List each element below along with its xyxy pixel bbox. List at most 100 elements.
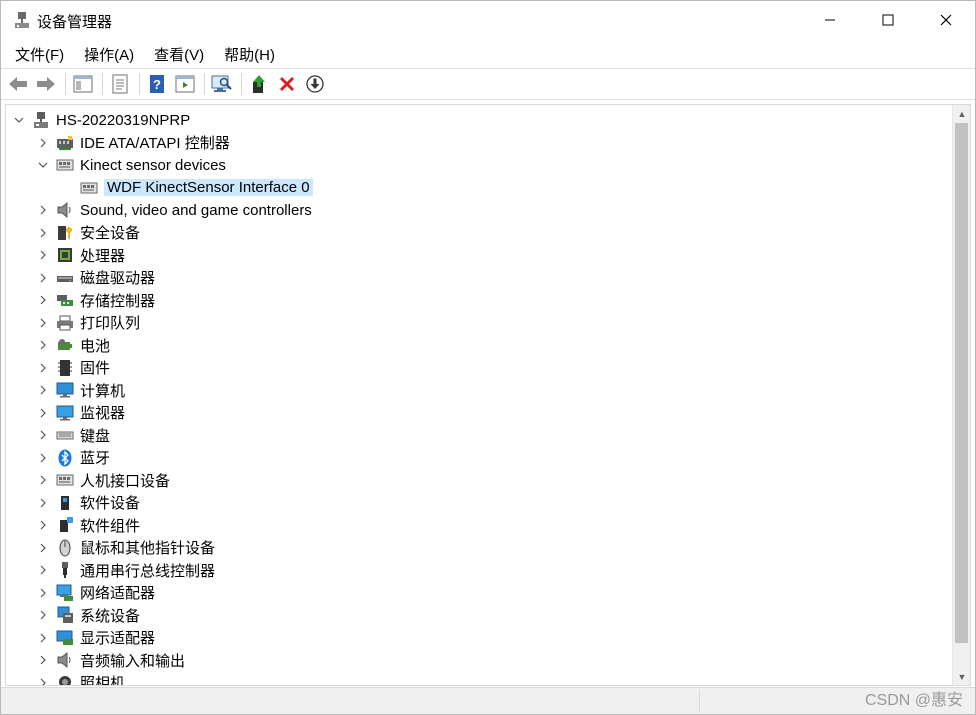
tree-node-label: 处理器 bbox=[80, 247, 126, 265]
tree-category-node[interactable]: 计算机 bbox=[36, 379, 125, 401]
device-manager-window: 设备管理器 文件(F) 操作(A) 查看(V) 帮助(H) ? HS-20220… bbox=[0, 0, 976, 715]
tree-category-node[interactable]: IDE ATA/ATAPI 控制器 bbox=[36, 132, 230, 154]
menu-file[interactable]: 文件(F) bbox=[5, 42, 74, 67]
tree-category-node[interactable]: 显示适配器 bbox=[36, 627, 155, 649]
camera-icon bbox=[56, 674, 74, 685]
tree-node-label: Sound, video and game controllers bbox=[80, 201, 312, 219]
chevron-right-icon[interactable] bbox=[36, 563, 50, 577]
chevron-right-icon[interactable] bbox=[36, 248, 50, 262]
tree-category-node[interactable]: 鼠标和其他指针设备 bbox=[36, 537, 215, 559]
software-device-icon bbox=[56, 494, 74, 512]
help-icon: ? bbox=[150, 75, 164, 93]
root-computer-icon bbox=[32, 111, 50, 129]
chevron-right-icon[interactable] bbox=[36, 271, 50, 285]
tree-category-node[interactable]: 键盘 bbox=[36, 424, 110, 446]
tree-category-node[interactable]: 处理器 bbox=[36, 244, 125, 266]
toolbar-separator bbox=[204, 73, 205, 95]
chevron-right-icon[interactable] bbox=[36, 496, 50, 510]
menu-view[interactable]: 查看(V) bbox=[144, 42, 214, 67]
chevron-right-icon[interactable] bbox=[36, 383, 50, 397]
minimize-button[interactable] bbox=[801, 1, 859, 39]
tree-category-node[interactable]: 电池 bbox=[36, 334, 110, 356]
tree-node-label: 照相机 bbox=[80, 675, 126, 686]
tree-category-node[interactable]: 蓝牙 bbox=[36, 447, 110, 469]
chevron-right-icon[interactable] bbox=[36, 316, 50, 330]
update-driver-icon bbox=[253, 75, 265, 93]
action-pane-button[interactable] bbox=[172, 71, 198, 97]
chevron-right-icon[interactable] bbox=[36, 203, 50, 217]
tree-category-node[interactable]: 系统设备 bbox=[36, 604, 140, 626]
scroll-down-icon[interactable]: ▼ bbox=[953, 668, 970, 685]
chevron-right-icon[interactable] bbox=[36, 586, 50, 600]
close-icon bbox=[940, 14, 952, 26]
forward-button[interactable] bbox=[33, 71, 59, 97]
tree-category-node[interactable]: 音频输入和输出 bbox=[36, 649, 185, 671]
chevron-right-icon[interactable] bbox=[36, 406, 50, 420]
chevron-right-icon[interactable] bbox=[36, 428, 50, 442]
device-tree[interactable]: HS-20220319NPRP IDE ATA/ATAPI 控制器 Kinect s… bbox=[5, 104, 971, 686]
tree-node-label: HS-20220319NPRP bbox=[56, 111, 191, 129]
chevron-right-icon[interactable] bbox=[36, 136, 50, 150]
scan-hardware-button[interactable] bbox=[209, 71, 235, 97]
chevron-down-icon[interactable] bbox=[36, 158, 50, 172]
software-component-icon bbox=[56, 516, 74, 534]
tree-category-node[interactable]: Kinect sensor devices bbox=[36, 154, 226, 176]
properties-button[interactable] bbox=[107, 71, 133, 97]
toolbar-separator bbox=[102, 73, 103, 95]
minimize-icon bbox=[825, 19, 835, 21]
chevron-right-icon[interactable] bbox=[36, 338, 50, 352]
tree-node-label: WDF KinectSensor Interface 0 bbox=[104, 179, 313, 196]
tree-category-node[interactable]: 软件组件 bbox=[36, 514, 140, 536]
toolbar-separator bbox=[241, 73, 242, 95]
update-driver-button[interactable] bbox=[246, 71, 272, 97]
tree-category-node[interactable]: 通用串行总线控制器 bbox=[36, 559, 215, 581]
chevron-right-icon[interactable] bbox=[36, 608, 50, 622]
chevron-right-icon[interactable] bbox=[36, 473, 50, 487]
chevron-right-icon[interactable] bbox=[36, 226, 50, 240]
tree-device-node[interactable]: WDF KinectSensor Interface 0 bbox=[60, 177, 313, 199]
tree-root-node[interactable]: HS-20220319NPRP bbox=[12, 109, 190, 131]
usb-icon bbox=[56, 561, 74, 579]
chevron-right-icon[interactable] bbox=[36, 541, 50, 555]
back-button[interactable] bbox=[5, 71, 31, 97]
tree-category-node[interactable]: 监视器 bbox=[36, 402, 125, 424]
status-bar: CSDN @惠安 bbox=[1, 687, 975, 714]
scrollbar-thumb[interactable] bbox=[955, 123, 968, 643]
tree-category-node[interactable]: 磁盘驱动器 bbox=[36, 267, 155, 289]
tree-node-label: 固件 bbox=[80, 360, 111, 377]
chevron-right-icon[interactable] bbox=[36, 518, 50, 532]
tree-category-node[interactable]: Sound, video and game controllers bbox=[36, 199, 312, 221]
tree-category-node[interactable]: 网络适配器 bbox=[36, 582, 155, 604]
help-button[interactable]: ? bbox=[144, 71, 170, 97]
close-button[interactable] bbox=[917, 1, 975, 39]
chevron-right-icon[interactable] bbox=[36, 676, 50, 685]
tree-category-node[interactable]: 固件 bbox=[36, 357, 110, 379]
tree-category-node[interactable]: 软件设备 bbox=[36, 492, 140, 514]
tree-category-node[interactable]: 安全设备 bbox=[36, 222, 140, 244]
maximize-button[interactable] bbox=[859, 1, 917, 39]
chevron-right-icon[interactable] bbox=[36, 631, 50, 645]
tree-node-label: 通用串行总线控制器 bbox=[80, 562, 216, 580]
tree-node-label: 存储控制器 bbox=[80, 292, 156, 310]
menu-help[interactable]: 帮助(H) bbox=[214, 42, 285, 67]
console-tree-button[interactable] bbox=[70, 71, 96, 97]
chevron-right-icon[interactable] bbox=[36, 451, 50, 465]
watermark: CSDN @惠安 bbox=[864, 692, 963, 709]
chevron-right-icon[interactable] bbox=[36, 293, 50, 307]
menu-bar: 文件(F) 操作(A) 查看(V) 帮助(H) bbox=[1, 41, 975, 67]
tree-category-node[interactable]: 存储控制器 bbox=[36, 289, 155, 311]
tree-category-node[interactable]: 照相机 bbox=[36, 672, 126, 686]
disable-device-button[interactable] bbox=[302, 71, 328, 97]
tree-category-node[interactable]: 人机接口设备 bbox=[36, 469, 170, 491]
menu-action[interactable]: 操作(A) bbox=[74, 42, 144, 67]
vertical-scrollbar[interactable]: ▲ ▼ bbox=[952, 105, 970, 685]
tree-node-label: 网络适配器 bbox=[80, 585, 156, 602]
tree-category-node[interactable]: 打印队列 bbox=[36, 312, 140, 334]
tree-node-label: 磁盘驱动器 bbox=[80, 270, 156, 287]
chevron-right-icon[interactable] bbox=[36, 653, 50, 667]
scroll-up-icon[interactable]: ▲ bbox=[953, 105, 970, 122]
chevron-right-icon[interactable] bbox=[36, 361, 50, 375]
chevron-down-icon[interactable] bbox=[12, 113, 26, 127]
uninstall-device-button[interactable] bbox=[274, 71, 300, 97]
action-pane-icon bbox=[175, 75, 195, 93]
